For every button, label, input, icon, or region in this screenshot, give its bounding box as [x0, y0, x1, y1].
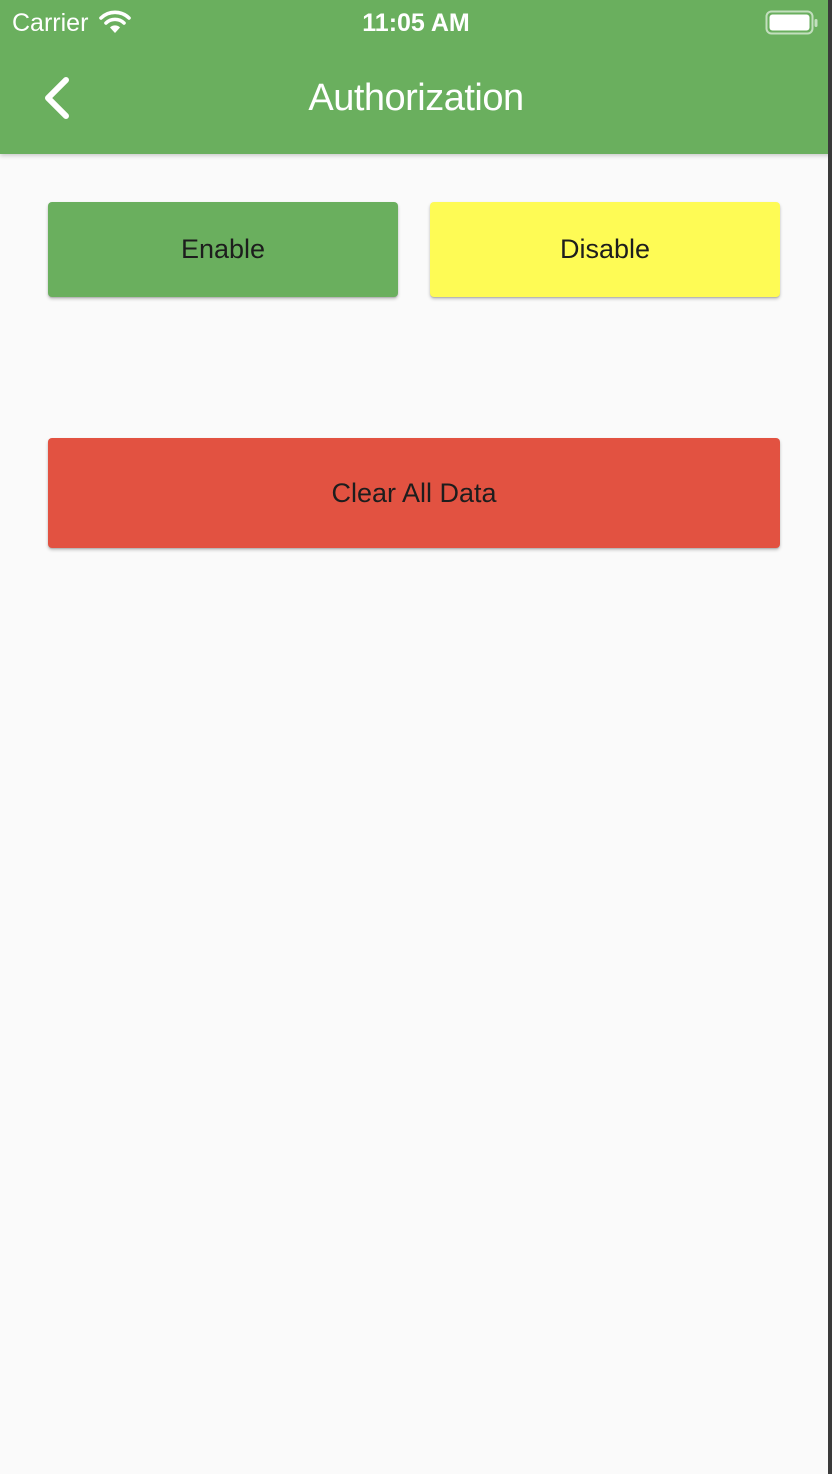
enable-button-label: Enable [180, 234, 266, 264]
clear-all-data-button[interactable]: Clear All Data [48, 438, 780, 548]
status-time: 11:05 AM [362, 9, 470, 37]
status-bar: Carrier 11:05 AM [0, 0, 832, 46]
enable-button[interactable]: Enable [48, 202, 398, 297]
clear-all-data-label: Clear All Data [331, 477, 497, 508]
page-title: Authorization [308, 77, 524, 119]
window-edge [828, 0, 832, 1474]
disable-button[interactable]: Disable [430, 202, 780, 297]
battery-icon [765, 10, 819, 36]
disable-button-label: Disable [559, 234, 651, 264]
app-bar: Carrier 11:05 AM Authorization [0, 0, 832, 154]
